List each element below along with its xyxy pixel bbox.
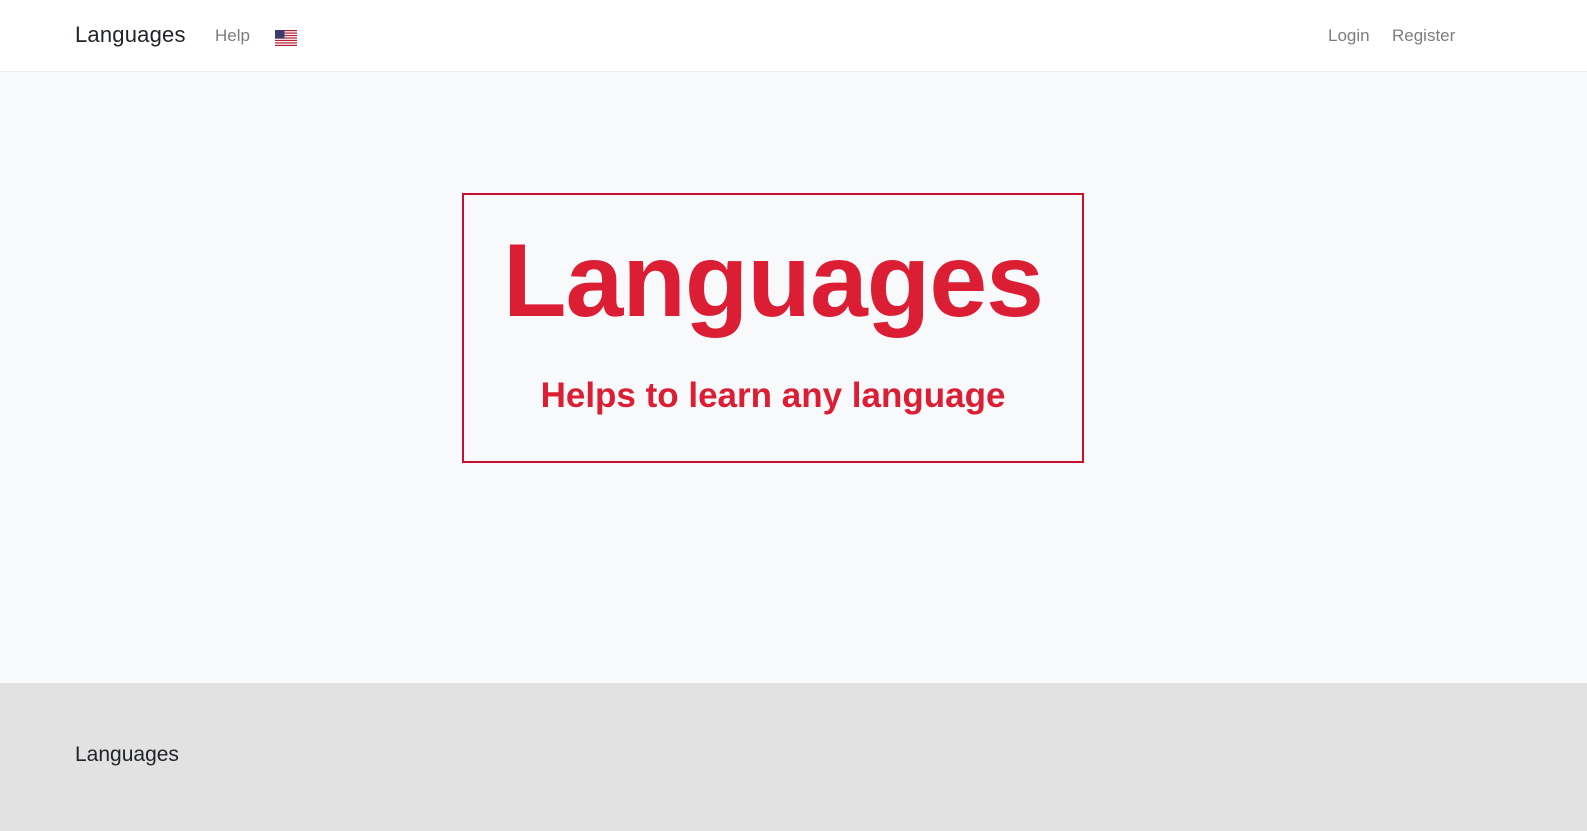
hero-box: Languages Helps to learn any language [462, 193, 1084, 463]
footer: Languages [0, 683, 1587, 831]
hero-title: Languages [503, 223, 1044, 339]
top-navbar: Languages Help Login Register [0, 0, 1587, 72]
brand-link[interactable]: Languages [75, 22, 186, 48]
hero-subtitle: Helps to learn any language [540, 376, 1006, 416]
main-content: Languages Helps to learn any language [0, 72, 1587, 683]
help-link[interactable]: Help [215, 26, 250, 46]
login-link[interactable]: Login [1328, 26, 1370, 46]
register-link[interactable]: Register [1392, 26, 1455, 46]
us-flag-icon[interactable] [275, 30, 297, 46]
footer-brand: Languages [75, 743, 179, 766]
